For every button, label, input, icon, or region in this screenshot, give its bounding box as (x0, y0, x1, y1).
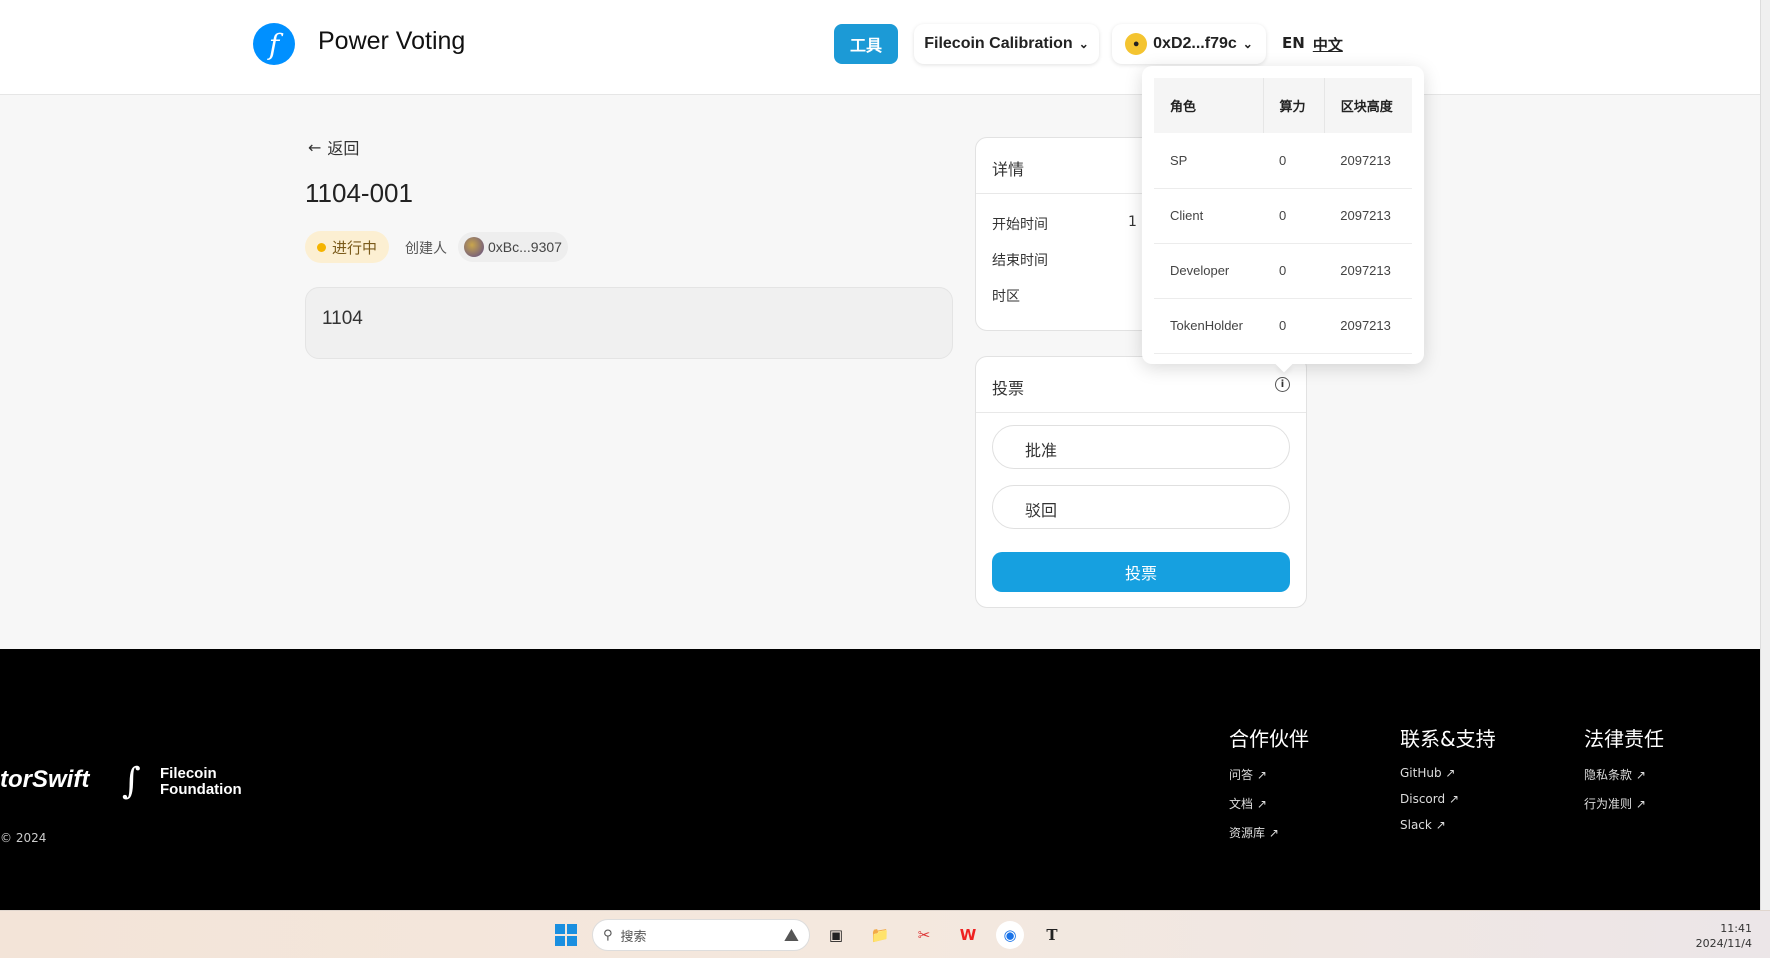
footer-link[interactable]: Discord ↗ (1400, 792, 1496, 806)
clock-date: 2024/11/4 (1695, 937, 1752, 950)
storswift-brand[interactable]: torSwift (0, 766, 89, 794)
snipping-tool-icon[interactable]: ✂ (910, 921, 938, 949)
voting-power-table: 角色 算力 区块高度 SP 0 2097213 Client 0 2097213… (1154, 78, 1412, 354)
wps-office-icon[interactable]: W (954, 921, 982, 949)
status-dot-icon (317, 242, 326, 252)
footer-link[interactable]: 资源库 ↗ (1229, 824, 1309, 841)
filecoin-foundation-logo-icon: ∫ (122, 761, 141, 802)
external-link-icon: ↗ (1635, 768, 1646, 782)
filecoin-foundation-name[interactable]: Filecoin Foundation (160, 766, 242, 798)
avatar (464, 237, 484, 257)
site-footer: torSwift ∫ Filecoin Foundation © 2024 合作… (0, 649, 1760, 911)
table-row: TokenHolder 0 2097213 (1154, 298, 1412, 354)
wallet-address: 0xD2...f79c (1153, 35, 1237, 52)
vote-option-approve[interactable]: 批准 (992, 425, 1290, 469)
os-taskbar: ⚲ 搜索 ⛰ ▣ 📁 ✂ W ◉ T 11:41 2024/11/4 (0, 910, 1770, 958)
external-link-icon: ↗ (1635, 797, 1646, 811)
external-link-icon: ↗ (1445, 766, 1456, 780)
external-link-icon: ↗ (1268, 826, 1279, 840)
filecoin-logo-icon[interactable]: f (253, 23, 295, 65)
back-link[interactable]: ← 返回 (308, 135, 359, 159)
file-explorer-icon[interactable]: 📁 (866, 921, 894, 949)
footer-column-partners: 合作伙伴 问答 ↗ 文档 ↗ 资源库 ↗ (1229, 727, 1309, 841)
arrow-left-icon: ← (308, 137, 322, 157)
typora-icon[interactable]: T (1038, 921, 1066, 949)
external-link-icon: ↗ (1256, 797, 1267, 811)
search-icon: ⚲ (603, 927, 613, 943)
language-switcher: EN 中文 (1282, 34, 1343, 55)
status-label: 进行中 (332, 238, 378, 257)
top-header: f Power Voting 工具 Filecoin Calibration ⌄… (0, 0, 1760, 95)
wallet-button[interactable]: ● 0xD2...f79c ⌄ (1112, 24, 1266, 64)
footer-link[interactable]: 行为准则 ↗ (1584, 795, 1664, 812)
external-link-icon: ↗ (1256, 768, 1267, 782)
page-scrollbar[interactable] (1760, 0, 1770, 910)
voting-power-popover: 角色 算力 区块高度 SP 0 2097213 Client 0 2097213… (1142, 66, 1424, 364)
creator-address: 0xBc...9307 (488, 239, 562, 255)
vote-option-reject[interactable]: 驳回 (992, 485, 1290, 529)
network-selector[interactable]: Filecoin Calibration ⌄ (914, 24, 1099, 64)
table-row: Client 0 2097213 (1154, 188, 1412, 244)
column-header-power: 算力 (1263, 78, 1325, 133)
status-badge: 进行中 (305, 231, 390, 263)
external-link-icon: ↗ (1435, 818, 1446, 832)
app-title[interactable]: Power Voting (318, 27, 465, 56)
taskbar-search[interactable]: ⚲ 搜索 ⛰ (592, 919, 810, 951)
chevron-down-icon: ⌄ (1078, 37, 1089, 51)
system-clock[interactable]: 11:41 2024/11/4 (1696, 921, 1752, 951)
creator-label: 创建人 (405, 241, 447, 257)
copyright: © 2024 (0, 831, 47, 845)
table-row: Developer 0 2097213 (1154, 243, 1412, 299)
footer-link[interactable]: GitHub ↗ (1400, 766, 1496, 780)
vote-submit-button[interactable]: 投票 (992, 552, 1290, 592)
table-row: SP 0 2097213 (1154, 133, 1412, 189)
footer-link[interactable]: 问答 ↗ (1229, 766, 1309, 783)
external-link-icon: ↗ (1448, 792, 1459, 806)
footer-link[interactable]: 隐私条款 ↗ (1584, 766, 1664, 783)
back-label: 返回 (327, 139, 360, 158)
creator-address-chip[interactable]: 0xBc...9307 (458, 232, 568, 262)
proposal-title: 1104-001 (305, 178, 413, 208)
column-header-role: 角色 (1154, 78, 1264, 133)
vote-heading: 投票 i (976, 357, 1306, 413)
chevron-down-icon: ⌄ (1242, 37, 1253, 51)
network-label: Filecoin Calibration (924, 35, 1073, 52)
info-icon[interactable]: i (1275, 377, 1290, 392)
proposal-description: 1104 (305, 287, 953, 359)
footer-link[interactable]: Slack ↗ (1400, 818, 1496, 832)
clock-time: 11:41 (1720, 922, 1752, 935)
column-header-height: 区块高度 (1324, 78, 1412, 133)
footer-column-support: 联系&支持 GitHub ↗ Discord ↗ Slack ↗ (1400, 727, 1496, 832)
search-placeholder: 搜索 (620, 929, 647, 945)
lang-en[interactable]: EN (1282, 34, 1305, 55)
chrome-icon[interactable]: ◉ (996, 921, 1024, 949)
search-highlight-icon: ⛰ (783, 924, 799, 946)
task-view-icon[interactable]: ▣ (822, 921, 850, 949)
wallet-avatar-icon: ● (1125, 33, 1148, 55)
footer-link[interactable]: 文档 ↗ (1229, 795, 1309, 812)
tools-button[interactable]: 工具 (834, 24, 898, 64)
windows-start-icon[interactable] (555, 924, 577, 946)
vote-card: 投票 i 批准 驳回 投票 (975, 356, 1307, 608)
footer-column-legal: 法律责任 隐私条款 ↗ 行为准则 ↗ (1584, 727, 1664, 812)
lang-zh[interactable]: 中文 (1313, 34, 1343, 55)
